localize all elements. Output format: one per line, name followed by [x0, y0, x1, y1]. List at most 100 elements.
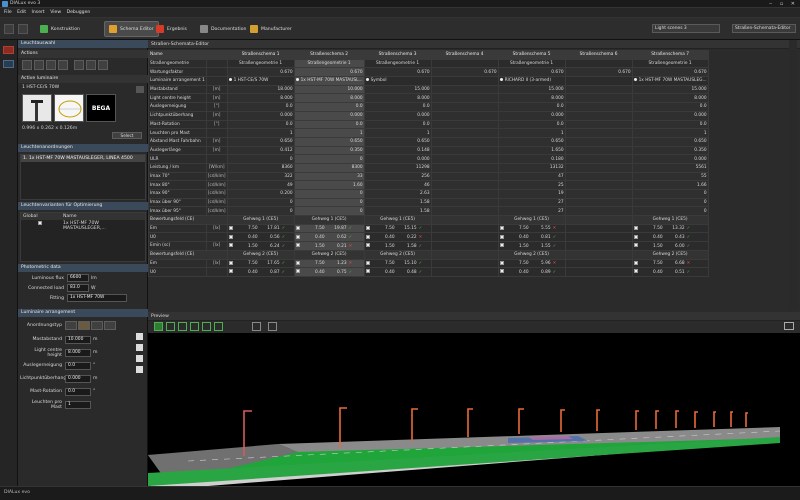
grid-cell[interactable]: 0.000	[497, 110, 566, 121]
tab-konstruktion[interactable]: Konstruktion	[36, 21, 84, 37]
evaluation-cell[interactable]: 7.50 15.10 ✓	[363, 258, 432, 269]
schema-column-header[interactable]: Straßenschema 7	[631, 50, 709, 60]
requirement-checkbox[interactable]	[633, 225, 638, 230]
grid-cell[interactable]: 1	[293, 128, 365, 138]
grid-cell[interactable]: 0.412	[226, 145, 295, 156]
grid-cell[interactable]: 0.650	[293, 136, 365, 147]
grid-cell[interactable]	[564, 136, 633, 147]
requirement-checkbox[interactable]	[499, 260, 504, 265]
grid-cell[interactable]: 0.000	[293, 110, 365, 121]
grid-cell[interactable]: Straßengeometrie 1	[497, 58, 566, 69]
grid-cell[interactable]	[430, 171, 499, 182]
grid-cell[interactable]: 0.000	[363, 110, 432, 121]
grid-cell[interactable]: 0	[293, 189, 365, 199]
evaluation-cell[interactable]: 7.50 13.32 ✓	[631, 223, 709, 234]
grid-cell[interactable]: 0	[631, 206, 709, 217]
grid-cell[interactable]: 10.000	[293, 84, 365, 95]
grid-cell[interactable]: 0	[631, 189, 709, 199]
grid-cell[interactable]: 0	[631, 197, 709, 208]
grid-cell[interactable]: 0.670	[293, 67, 365, 78]
grid-cell[interactable]: 49	[226, 180, 295, 190]
grid-cell[interactable]	[564, 93, 633, 104]
grid-cell[interactable]: 256	[363, 171, 432, 182]
view-3d-icon[interactable]	[154, 322, 163, 331]
grid-cell[interactable]: 0.180	[497, 154, 566, 164]
grid-cell[interactable]: 1.66	[631, 180, 709, 190]
arrange-icon[interactable]	[46, 60, 56, 70]
grid-cell[interactable]	[564, 206, 633, 217]
grid-cell[interactable]: 0.0	[226, 119, 295, 130]
grid-cell[interactable]: 1.650	[497, 145, 566, 156]
requirement-checkbox[interactable]	[499, 243, 504, 248]
grid-cell[interactable]: 2.63	[363, 189, 432, 199]
grid-cell[interactable]	[430, 128, 499, 138]
grid-cell[interactable]: 1.60	[293, 180, 365, 190]
grid-cell[interactable]: 0.148	[363, 145, 432, 156]
window-controls[interactable]: ‒ ▫ ✕	[769, 1, 798, 7]
grid-cell[interactable]	[564, 119, 633, 130]
editor-scrollbar[interactable]	[789, 40, 797, 310]
requirement-checkbox[interactable]	[228, 234, 233, 239]
grid-cell[interactable]: Straßengeometrie 1	[226, 58, 295, 69]
export-icon[interactable]	[98, 60, 108, 70]
grid-cell[interactable]: 1.58	[363, 206, 432, 217]
requirement-checkbox[interactable]	[365, 234, 370, 239]
evaluation-field-cell[interactable]: Gehweg 1 (CE5)	[363, 215, 432, 225]
grid-cell[interactable]: 0	[293, 197, 365, 208]
evaluation-cell[interactable]	[430, 258, 499, 269]
grid-cell[interactable]: 0.670	[226, 67, 295, 78]
grid-cell[interactable]: 0.670	[631, 67, 709, 78]
evaluation-field-cell[interactable]: Gehweg 2 (CE5)	[631, 249, 709, 260]
evaluation-cell[interactable]	[564, 258, 633, 269]
evaluation-cell[interactable]: 7.50 5.96 ✕	[497, 258, 566, 269]
grid-cell[interactable]	[430, 84, 499, 95]
grid-cell[interactable]: 0.0	[363, 102, 432, 112]
evaluation-field-cell[interactable]	[564, 215, 633, 225]
evaluation-field-cell[interactable]: Gehweg 2 (CE5)	[497, 249, 566, 260]
grid-cell[interactable]: 8.000	[631, 93, 709, 104]
calc-tool-icon[interactable]	[3, 60, 14, 68]
grid-cell[interactable]	[430, 145, 499, 156]
grid-cell[interactable]: Symbol	[363, 76, 432, 86]
grid-cell[interactable]: 46	[363, 180, 432, 190]
view-iso-icon[interactable]	[214, 322, 223, 331]
tab-documentation[interactable]: Documentation	[196, 21, 250, 37]
radio-icon[interactable]	[295, 78, 299, 82]
evaluation-field-cell[interactable]: Gehweg 1 (CE5)	[293, 215, 365, 225]
evaluation-field-cell[interactable]: Gehweg 2 (CE5)	[226, 249, 295, 260]
grid-cell[interactable]: 15.000	[631, 84, 709, 95]
grid-icon[interactable]	[58, 60, 68, 70]
requirement-checkbox[interactable]	[499, 225, 504, 230]
evaluation-cell[interactable]	[430, 223, 499, 234]
grid-cell[interactable]	[564, 180, 633, 190]
3d-preview[interactable]	[148, 333, 800, 486]
grid-cell[interactable]: 0	[226, 197, 295, 208]
view-side-icon[interactable]	[190, 322, 199, 331]
evaluation-cell[interactable]: 7.50 1.23 ✕	[293, 258, 365, 269]
grid-cell[interactable]	[564, 110, 633, 121]
evaluation-cell[interactable]: 0.40 0.51 ✓	[631, 267, 709, 277]
evaluation-cell[interactable]: 0.40 0.87 ✓	[226, 267, 295, 277]
grid-cell[interactable]: 0.0	[363, 119, 432, 130]
grid-cell[interactable]	[430, 197, 499, 208]
grid-cell[interactable]	[430, 154, 499, 164]
grid-cell[interactable]	[564, 154, 633, 164]
evaluation-field-cell[interactable]: Gehweg 1 (CE5)	[226, 215, 295, 225]
requirement-checkbox[interactable]	[228, 225, 233, 230]
maximize-icon[interactable]	[784, 322, 794, 330]
grid-cell[interactable]: 0.0	[226, 102, 295, 112]
grid-cell[interactable]: 0.000	[363, 154, 432, 164]
grid-cell[interactable]	[430, 119, 499, 130]
view-back-icon[interactable]	[202, 322, 211, 331]
grid-cell[interactable]: 0.0	[631, 119, 709, 130]
grid-cell[interactable]: 1	[226, 128, 295, 138]
grid-cell[interactable]: RICHARD II (3-armed)	[497, 76, 566, 86]
grid-cell[interactable]: 11298	[363, 162, 432, 173]
grid-cell[interactable]: 0.0	[293, 119, 365, 130]
grid-cell[interactable]: 0.0	[497, 102, 566, 112]
menu-insert[interactable]: Insert	[32, 10, 45, 15]
grid-cell[interactable]	[564, 171, 633, 182]
requirement-checkbox[interactable]	[295, 243, 300, 248]
grid-cell[interactable]	[564, 102, 633, 112]
thumb-3[interactable]	[136, 355, 143, 362]
